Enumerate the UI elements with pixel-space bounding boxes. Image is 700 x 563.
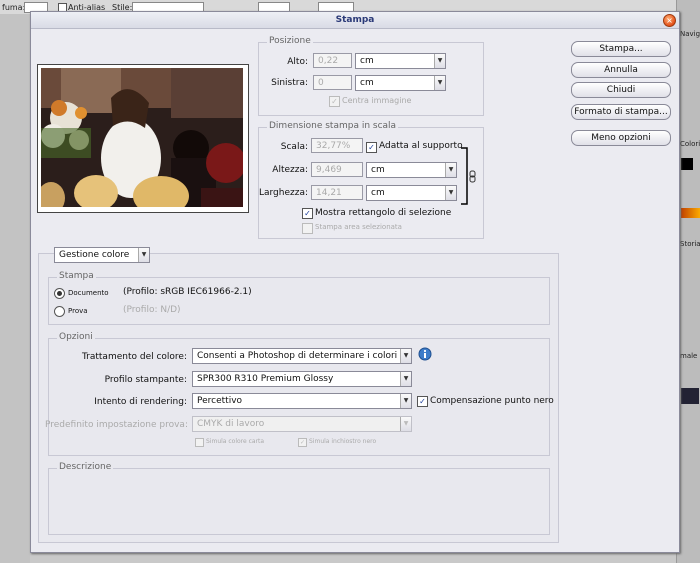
colors-tab[interactable]: Colori: [680, 140, 700, 148]
height-unit-select[interactable]: cm ▼: [366, 162, 457, 178]
left-unit-select[interactable]: cm ▼: [355, 75, 446, 91]
fewer-options-button[interactable]: Meno opzioni: [571, 130, 671, 146]
description-title: Descrizione: [57, 462, 114, 472]
layer-thumbnail[interactable]: [681, 388, 699, 404]
center-image-label: Centra immagine: [342, 96, 412, 105]
preview-image: [41, 68, 243, 207]
printer-profile-select[interactable]: SPR300 R310 Premium Glossy ▼: [192, 371, 412, 387]
simulate-ink-checkbox[interactable]: ✓: [298, 438, 307, 447]
simulate-paper-label: Simula colore carta: [206, 438, 265, 445]
chevron-down-icon: ▼: [400, 349, 411, 363]
black-point-checkbox[interactable]: ✓: [417, 396, 428, 407]
output-section-value: Gestione colore: [59, 250, 130, 260]
scaled-print-title: Dimensione stampa in scala: [267, 121, 399, 131]
left-unit-value: cm: [360, 78, 374, 88]
chevron-down-icon: ▼: [400, 417, 411, 431]
bounding-box-checkbox[interactable]: ✓: [302, 208, 313, 219]
info-icon[interactable]: [418, 347, 432, 361]
navigator-tab[interactable]: Navig: [680, 30, 700, 38]
description-group: [48, 468, 550, 535]
history-tab[interactable]: Storia: [680, 240, 700, 248]
rendering-intent-label: Intento di rendering:: [94, 397, 187, 407]
print-selection-label: Stampa area selezionata: [315, 223, 402, 231]
color-ramp[interactable]: [681, 208, 700, 218]
output-section-select[interactable]: Gestione colore ▼: [54, 247, 150, 263]
chain-link-icon[interactable]: [459, 147, 481, 205]
top-label: Alto:: [287, 57, 308, 67]
scale-label: Scala:: [280, 142, 308, 152]
proof-setup-select[interactable]: CMYK di lavoro ▼: [192, 416, 412, 432]
options-title: Opzioni: [57, 332, 95, 342]
simulate-paper-checkbox[interactable]: [195, 438, 204, 447]
print-selection-checkbox[interactable]: [302, 223, 313, 234]
proof-label: Prova: [68, 307, 88, 315]
chevron-down-icon: ▼: [445, 186, 456, 200]
width-label: Larghezza:: [258, 188, 308, 198]
width-field[interactable]: 14,21: [311, 185, 363, 200]
chevron-down-icon: ▼: [400, 372, 411, 386]
left-field[interactable]: 0: [313, 75, 352, 90]
width-unit-select[interactable]: cm ▼: [366, 185, 457, 201]
position-title: Posizione: [267, 36, 313, 46]
scale-field[interactable]: 32,77%: [311, 138, 363, 153]
rendering-intent-select[interactable]: Percettivo ▼: [192, 393, 412, 409]
fit-media-label: Adatta al supporto: [379, 141, 463, 151]
print-dialog: Stampa × Posizione Alto: 0,22 cm ▼ Sinis…: [30, 11, 680, 553]
dialog-title: Stampa: [335, 15, 375, 25]
proof-setup-value: CMYK di lavoro: [197, 419, 265, 429]
chevron-down-icon: ▼: [434, 76, 445, 90]
printer-profile-label: Profilo stampante:: [104, 375, 187, 385]
print-button[interactable]: Stampa...: [571, 41, 671, 57]
chevron-down-icon: ▼: [445, 163, 456, 177]
proof-profile-text: (Profilo: N/D): [123, 305, 181, 315]
printer-profile-value: SPR300 R310 Premium Glossy: [197, 374, 334, 384]
left-label: Sinistra:: [271, 78, 308, 88]
top-field[interactable]: 0,22: [313, 53, 352, 68]
height-unit-value: cm: [371, 165, 385, 175]
rendering-intent-value: Percettivo: [197, 396, 243, 406]
height-label: Altezza:: [272, 165, 308, 175]
color-handling-select[interactable]: Consenti a Photoshop di determinare i co…: [192, 348, 412, 364]
center-image-checkbox[interactable]: ✓: [329, 96, 340, 107]
width-unit-value: cm: [371, 188, 385, 198]
done-button[interactable]: Chiudi: [571, 82, 671, 98]
height-field[interactable]: 9,469: [311, 162, 363, 177]
bounding-box-label: Mostra rettangolo di selezione: [315, 208, 452, 218]
simulate-ink-label: Simula inchiostro nero: [309, 438, 377, 445]
close-icon[interactable]: ×: [663, 14, 676, 27]
foreground-color-swatch[interactable]: [681, 158, 693, 170]
top-unit-value: cm: [360, 56, 374, 66]
fit-media-checkbox[interactable]: ✓: [366, 142, 377, 153]
document-label: Documento: [68, 289, 109, 297]
chevron-down-icon: ▼: [138, 248, 149, 262]
blend-mode-label: male: [680, 352, 698, 360]
document-profile-text: (Profilo: sRGB IEC61966-2.1): [123, 287, 252, 297]
print-source-group: [48, 277, 550, 325]
tool-label: fuma:: [2, 3, 26, 12]
dialog-titlebar[interactable]: Stampa ×: [31, 12, 679, 29]
toolbox-panel: [0, 14, 30, 563]
chevron-down-icon: ▼: [434, 54, 445, 68]
proof-setup-label: Predefinito impostazione prova:: [45, 420, 188, 430]
page-setup-button[interactable]: Formato di stampa...: [571, 104, 671, 120]
black-point-label: Compensazione punto nero: [430, 396, 554, 406]
chevron-down-icon: ▼: [400, 394, 411, 408]
document-radio[interactable]: [54, 288, 65, 299]
print-preview: [37, 64, 249, 213]
top-unit-select[interactable]: cm ▼: [355, 53, 446, 69]
print-source-title: Stampa: [57, 271, 96, 281]
cancel-button[interactable]: Annulla: [571, 62, 671, 78]
proof-radio[interactable]: [54, 306, 65, 317]
color-handling-label: Trattamento del colore:: [81, 352, 187, 362]
color-handling-value: Consenti a Photoshop di determinare i co…: [197, 351, 398, 361]
